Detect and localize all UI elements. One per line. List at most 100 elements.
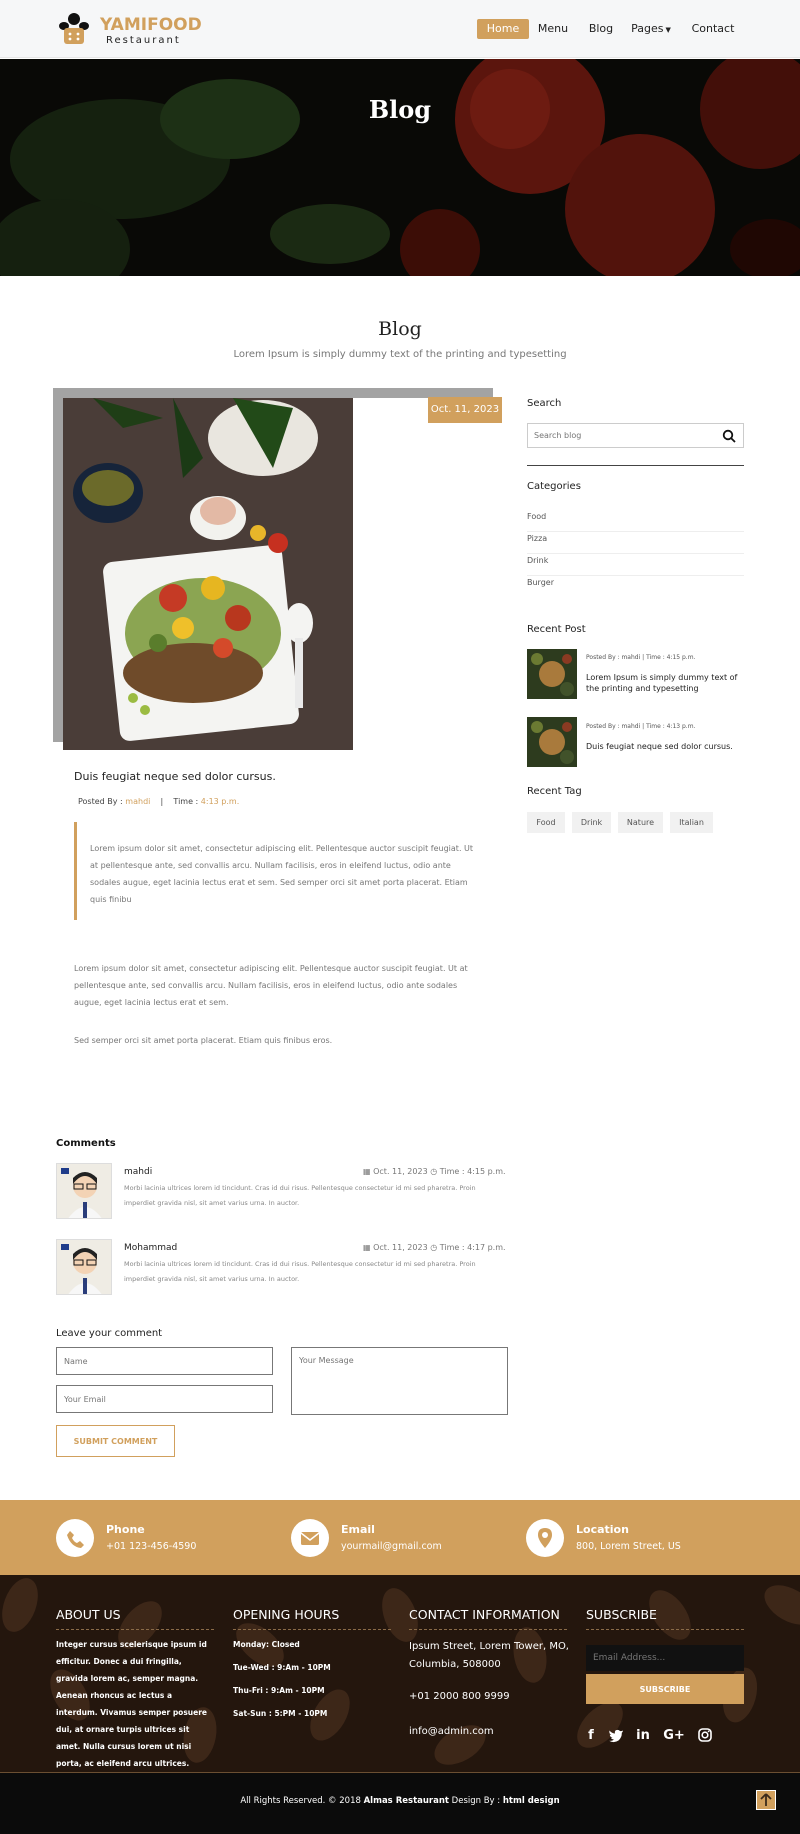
- location-icon: [526, 1519, 564, 1557]
- calendar-icon: ▦: [363, 1167, 371, 1176]
- subscribe-button[interactable]: SUBSCRIBE: [586, 1674, 744, 1704]
- avatar: [56, 1163, 112, 1219]
- post-image[interactable]: [63, 398, 353, 750]
- post-frame-gap: [353, 398, 493, 742]
- about-heading: ABOUT US: [56, 1607, 121, 1622]
- hero-image: [0, 59, 800, 276]
- hours-line: Thu-Fri : 9:Am - 10PM: [233, 1686, 325, 1695]
- back-to-top-button[interactable]: [756, 1790, 776, 1810]
- message-field[interactable]: [291, 1347, 508, 1415]
- avatar: [56, 1239, 112, 1295]
- time-label: Time :: [173, 797, 199, 806]
- calendar-icon: ▦: [363, 1243, 371, 1252]
- subscribe-heading: SUBSCRIBE: [586, 1607, 657, 1622]
- search-input[interactable]: [528, 424, 718, 447]
- comment-author: Mohammad: [124, 1243, 178, 1253]
- search-icon[interactable]: [722, 429, 736, 443]
- google-plus-icon[interactable]: G+: [662, 1727, 686, 1745]
- email-value[interactable]: yourmail@gmail.com: [341, 1541, 442, 1552]
- contact-rule: [409, 1629, 567, 1630]
- email-icon: [291, 1519, 329, 1557]
- category-burger[interactable]: Burger: [527, 576, 744, 598]
- sidebar-search: [527, 423, 744, 448]
- tag-drink[interactable]: Drink: [572, 812, 611, 833]
- recent-post-meta: Posted By : mahdi | Time : 4:13 p.m.: [586, 723, 696, 730]
- hours-line: Sat-Sun : 5:PM - 10PM: [233, 1709, 328, 1718]
- recent-post-title[interactable]: Duis feugiat neque sed dolor cursus.: [586, 741, 746, 752]
- sidebar-divider: [527, 465, 744, 466]
- footer-phone[interactable]: +01 2000 800 9999: [409, 1691, 510, 1702]
- category-pizza[interactable]: Pizza: [527, 532, 744, 554]
- comment-author: mahdi: [124, 1167, 153, 1177]
- leave-comment-heading: Leave your comment: [56, 1328, 163, 1339]
- tag-nature[interactable]: Nature: [618, 812, 663, 833]
- arrow-up-icon: [760, 1793, 772, 1806]
- name-field[interactable]: [56, 1347, 273, 1375]
- caret-down-icon: ▼: [665, 26, 671, 34]
- post-title[interactable]: Duis feugiat neque sed dolor cursus.: [74, 770, 276, 783]
- nav-contact[interactable]: Contact: [688, 19, 738, 39]
- phone-icon: [56, 1519, 94, 1557]
- recent-thumb-image: [527, 717, 577, 767]
- phone-value[interactable]: +01 123-456-4590: [106, 1541, 196, 1552]
- post-time: 4:13 p.m.: [200, 797, 240, 806]
- post-author[interactable]: mahdi: [125, 797, 150, 806]
- submit-comment-button[interactable]: SUBMIT COMMENT: [56, 1425, 175, 1457]
- instagram-icon[interactable]: [696, 1727, 714, 1745]
- post-meta: Posted By : mahdi | Time : 4:13 p.m.: [78, 797, 239, 806]
- comment-date-text: Oct. 11, 2023: [373, 1167, 428, 1176]
- nav-home[interactable]: Home: [477, 19, 529, 39]
- linkedin-icon[interactable]: in: [634, 1727, 652, 1745]
- location-label: Location: [576, 1523, 629, 1536]
- recent-post-title[interactable]: Lorem Ipsum is simply dummy text of the …: [586, 672, 746, 694]
- food-photo: [63, 398, 353, 750]
- footer-email[interactable]: info@admin.com: [409, 1726, 494, 1737]
- hours-rule: [233, 1629, 391, 1630]
- comment-time: Time : 4:17 p.m.: [439, 1243, 506, 1252]
- footer-address: Ipsum Street, Lorem Tower, MO, Columbia,…: [409, 1641, 569, 1670]
- posted-by-label: Posted By :: [78, 797, 123, 806]
- contact-info-heading: CONTACT INFORMATION: [409, 1607, 560, 1622]
- about-rule: [56, 1629, 214, 1630]
- brand-name: YAMIFOOD: [100, 15, 202, 35]
- tag-food[interactable]: Food: [527, 812, 565, 833]
- post-blockquote: Lorem ipsum dolor sit amet, consectetur …: [90, 844, 474, 904]
- recent-post-heading: Recent Post: [527, 624, 586, 635]
- meta-separator: |: [160, 797, 164, 806]
- nav-blog[interactable]: Blog: [583, 19, 619, 39]
- phone-label: Phone: [106, 1523, 145, 1536]
- tag-italian[interactable]: Italian: [670, 812, 713, 833]
- subscribe-email-input[interactable]: [586, 1645, 744, 1671]
- category-drink[interactable]: Drink: [527, 554, 744, 576]
- post-paragraph-2: Sed semper orci sit amet porta placerat.…: [74, 1036, 333, 1045]
- recent-post-thumb[interactable]: [527, 717, 577, 767]
- comment-date-text: Oct. 11, 2023: [373, 1243, 428, 1252]
- category-food[interactable]: Food: [527, 510, 744, 532]
- recent-tag-heading: Recent Tag: [527, 786, 582, 797]
- email-label: Email: [341, 1523, 375, 1536]
- site-logo[interactable]: YAMIFOOD Restaurant: [56, 11, 202, 49]
- recent-post-meta: Posted By : mahdi | Time : 4:15 p.m.: [586, 654, 696, 661]
- copyright-brand[interactable]: Almas Restaurant: [364, 1796, 449, 1806]
- post-paragraph-1: Lorem ipsum dolor sit amet, consectetur …: [74, 964, 468, 1007]
- opening-hours-heading: OPENING HOURS: [233, 1607, 340, 1622]
- copyright-mid: Design By :: [451, 1796, 501, 1806]
- subscribe-rule: [586, 1629, 744, 1630]
- post-date-badge: Oct. 11, 2023: [428, 397, 502, 423]
- copyright-designer[interactable]: html design: [503, 1796, 560, 1806]
- comment-body: Morbi lacinia ultrices lorem id tincidun…: [124, 1184, 476, 1207]
- search-heading: Search: [527, 398, 562, 409]
- facebook-icon[interactable]: f: [582, 1727, 600, 1745]
- avatar-image: [57, 1240, 111, 1294]
- email-field[interactable]: [56, 1385, 273, 1413]
- nav-pages[interactable]: Pages ▼: [630, 19, 672, 39]
- hero-banner: [0, 59, 800, 276]
- recent-post-thumb[interactable]: [527, 649, 577, 699]
- clock-icon: ◷: [430, 1243, 438, 1252]
- nav-menu[interactable]: Menu: [535, 19, 571, 39]
- clock-icon: ◷: [430, 1167, 438, 1176]
- comment-date: ▦ Oct. 11, 2023 ◷ Time : 4:17 p.m.: [363, 1243, 506, 1252]
- comment-time: Time : 4:15 p.m.: [439, 1167, 506, 1176]
- recent-thumb-image: [527, 649, 577, 699]
- twitter-icon[interactable]: [607, 1727, 625, 1745]
